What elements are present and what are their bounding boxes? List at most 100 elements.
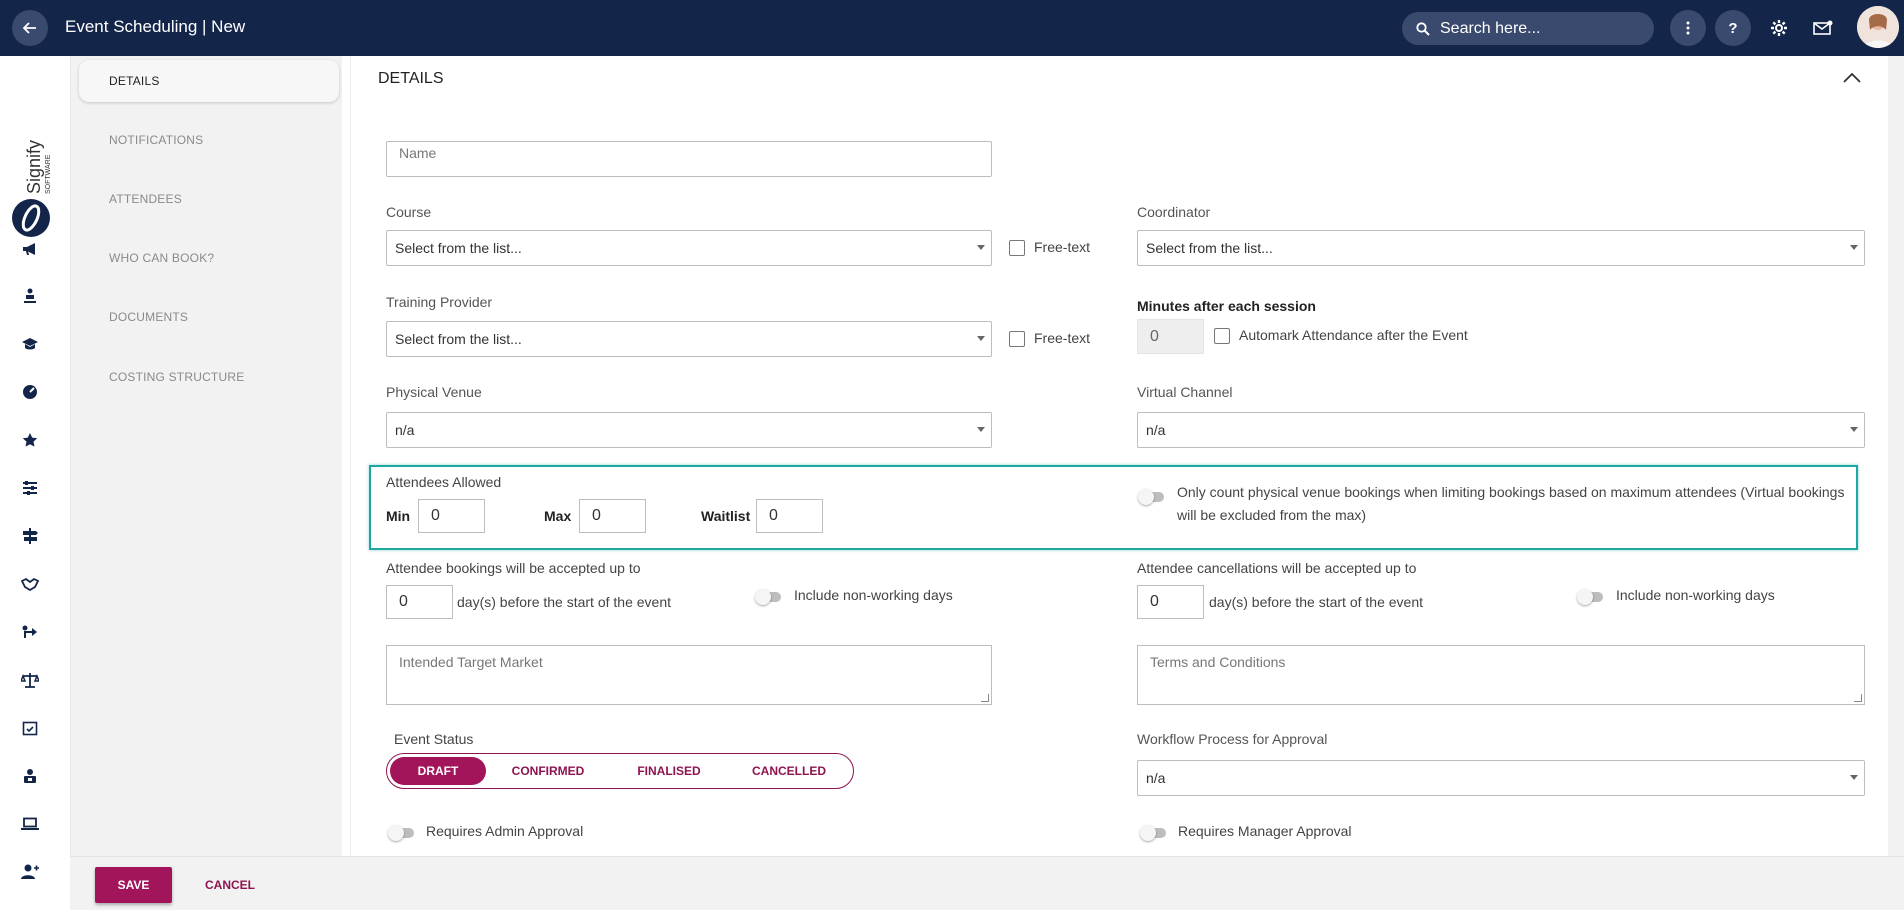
- section-nav-details[interactable]: DETAILS: [79, 60, 339, 102]
- min-attendees-input[interactable]: 0: [418, 499, 485, 533]
- chevron-down-icon: [1850, 427, 1858, 432]
- chevron-down-icon: [977, 427, 985, 432]
- attendees-allowed-label: Attendees Allowed: [386, 474, 502, 490]
- minutes-after-value: 0: [1150, 327, 1159, 345]
- bookings-cutoff-value: 0: [399, 593, 408, 610]
- terms-placeholder: Terms and Conditions: [1150, 654, 1286, 670]
- megaphone-icon[interactable]: [20, 239, 40, 259]
- dashboard-gauge-icon[interactable]: [20, 382, 40, 402]
- search-box[interactable]: [1402, 12, 1654, 45]
- back-button[interactable]: [12, 10, 48, 46]
- page-title: Event Scheduling | New: [65, 17, 246, 36]
- status-confirmed-button[interactable]: CONFIRMED: [486, 757, 610, 785]
- settings-button[interactable]: [1761, 10, 1797, 46]
- section-nav-who-can-book[interactable]: WHO CAN BOOK?: [79, 237, 339, 279]
- cancellations-cutoff-label: Attendee cancellations will be accepted …: [1137, 560, 1417, 576]
- course-select[interactable]: Select from the list...: [386, 230, 992, 266]
- app-rail: Signify SOFTWARE: [0, 56, 58, 910]
- bookings-cutoff-label: Attendee bookings will be accepted up to: [386, 560, 641, 576]
- max-label: Max: [544, 508, 572, 524]
- target-market-textarea[interactable]: Intended Target Market: [386, 645, 992, 705]
- course-freetext-checkbox[interactable]: [1009, 240, 1025, 256]
- star-icon[interactable]: [20, 430, 40, 450]
- user-photo-icon: [1857, 6, 1899, 48]
- route-icon[interactable]: [20, 622, 40, 642]
- course-freetext-label: Free-text: [1034, 239, 1091, 255]
- bookings-nonworking-toggle[interactable]: [755, 589, 783, 605]
- physical-venue-value: n/a: [395, 422, 415, 438]
- chevron-down-icon: [977, 245, 985, 250]
- minutes-after-input[interactable]: 0: [1137, 319, 1204, 354]
- waitlist-value: 0: [769, 507, 778, 524]
- more-options-button[interactable]: [1670, 10, 1706, 46]
- avatar[interactable]: [1857, 6, 1899, 48]
- section-nav-attendees[interactable]: ATTENDEES: [79, 178, 339, 220]
- status-draft-button[interactable]: DRAFT: [390, 757, 486, 785]
- status-cancelled-button[interactable]: CANCELLED: [728, 757, 850, 785]
- virtual-channel-value: n/a: [1146, 422, 1166, 438]
- search-icon: [1416, 21, 1430, 36]
- search-input[interactable]: [1440, 19, 1640, 38]
- cancel-button[interactable]: CANCEL: [195, 867, 265, 903]
- cancellations-nonworking-toggle[interactable]: [1577, 589, 1605, 605]
- waitlist-input[interactable]: 0: [756, 499, 823, 533]
- event-status-segmented: DRAFT CONFIRMED FINALISED CANCELLED: [386, 753, 854, 789]
- help-button[interactable]: ?: [1715, 10, 1751, 46]
- page-scrollbar[interactable]: [1888, 56, 1904, 856]
- virtual-channel-select[interactable]: n/a: [1137, 412, 1865, 448]
- sliders-icon[interactable]: [20, 478, 40, 498]
- physical-venue-select[interactable]: n/a: [386, 412, 992, 448]
- cancellations-cutoff-input[interactable]: 0: [1137, 585, 1204, 619]
- workflow-select[interactable]: n/a: [1137, 760, 1865, 796]
- messages-button[interactable]: [1805, 10, 1841, 46]
- target-market-placeholder: Intended Target Market: [399, 654, 543, 670]
- chevron-up-icon: [1843, 72, 1861, 83]
- scales-icon[interactable]: [20, 670, 40, 690]
- min-label: Min: [386, 508, 411, 524]
- person-add-icon[interactable]: [20, 862, 40, 882]
- automark-checkbox[interactable]: [1214, 328, 1230, 344]
- section-nav: DETAILS NOTIFICATIONS ATTENDEES WHO CAN …: [70, 56, 342, 856]
- workflow-value: n/a: [1146, 770, 1166, 786]
- event-status-label: Event Status: [394, 731, 474, 747]
- section-nav-costing-structure[interactable]: COSTING STRUCTURE: [79, 356, 339, 398]
- status-finalised-button[interactable]: FINALISED: [610, 757, 728, 785]
- calendar-check-icon[interactable]: [20, 718, 40, 738]
- graduation-cap-icon[interactable]: [20, 334, 40, 354]
- section-title: DETAILS: [378, 70, 444, 87]
- person-lecture-icon[interactable]: [20, 286, 40, 306]
- resize-handle-icon[interactable]: [1854, 694, 1862, 702]
- max-attendees-input[interactable]: 0: [579, 499, 646, 533]
- section-nav-documents[interactable]: DOCUMENTS: [79, 296, 339, 338]
- coordinator-select[interactable]: Select from the list...: [1137, 230, 1865, 266]
- bookings-cutoff-input[interactable]: 0: [386, 585, 453, 619]
- laptop-icon[interactable]: [20, 814, 40, 834]
- mail-icon: [1813, 20, 1833, 35]
- gear-icon: [1771, 20, 1787, 36]
- provider-freetext-label: Free-text: [1034, 330, 1091, 346]
- manager-approval-toggle[interactable]: [1140, 825, 1168, 841]
- more-vert-icon: [1686, 21, 1690, 35]
- coordinator-label: Coordinator: [1137, 204, 1211, 220]
- person-badge-icon[interactable]: [20, 766, 40, 786]
- physical-only-toggle[interactable]: [1138, 489, 1166, 505]
- name-field[interactable]: Name: [386, 141, 992, 177]
- section-nav-notifications[interactable]: NOTIFICATIONS: [79, 119, 339, 161]
- save-button[interactable]: SAVE: [95, 867, 172, 903]
- handshake-icon[interactable]: [20, 574, 40, 594]
- admin-approval-toggle[interactable]: [388, 825, 416, 841]
- chevron-down-icon: [977, 336, 985, 341]
- resize-handle-icon[interactable]: [981, 694, 989, 702]
- name-placeholder: Name: [399, 145, 437, 161]
- back-arrow-icon: [22, 22, 36, 34]
- logo-text: Signify: [24, 140, 44, 194]
- provider-freetext-checkbox[interactable]: [1009, 331, 1025, 347]
- collapse-button[interactable]: [1843, 70, 1861, 88]
- terms-textarea[interactable]: Terms and Conditions: [1137, 645, 1865, 705]
- coordinator-select-value: Select from the list...: [1146, 240, 1273, 256]
- max-attendees-value: 0: [592, 507, 601, 524]
- signpost-icon[interactable]: [20, 526, 40, 546]
- top-bar: Event Scheduling | New ?: [0, 0, 1904, 56]
- action-bar: SAVE CANCEL: [70, 856, 1904, 910]
- training-provider-select[interactable]: Select from the list...: [386, 321, 992, 357]
